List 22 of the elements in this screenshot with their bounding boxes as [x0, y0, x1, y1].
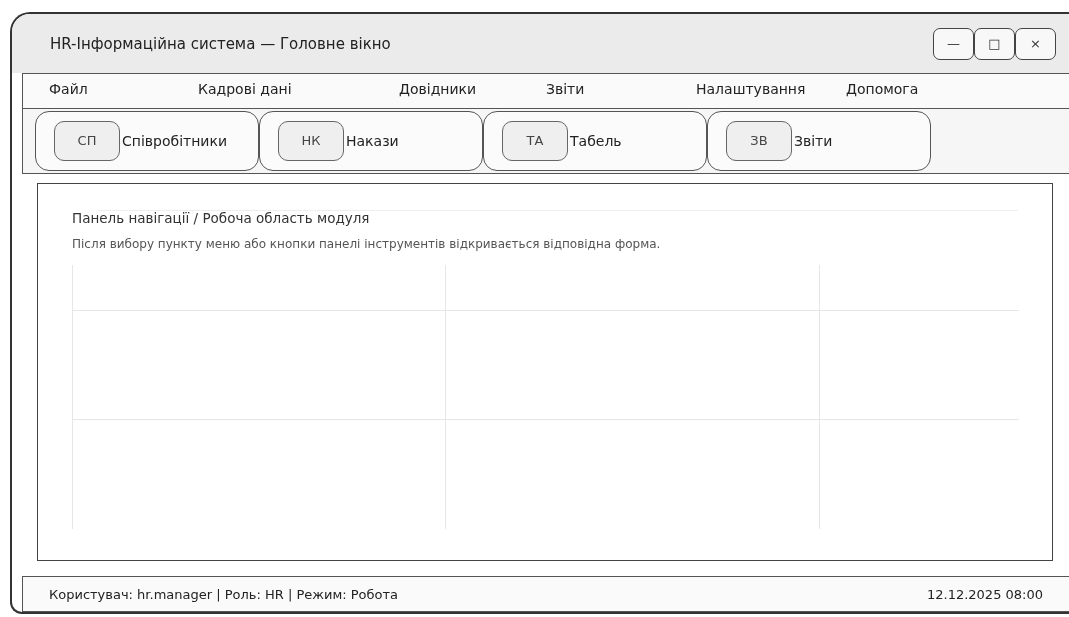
module-badge: ЗВ	[726, 120, 792, 161]
toolbar-button[interactable]: СП Співробітники	[35, 110, 259, 171]
menu-item[interactable]: Допомога	[846, 81, 919, 98]
toolbar-button[interactable]: НК Накази	[259, 110, 483, 171]
status-datetime: 12.12.2025 08:00	[926, 586, 1043, 602]
workspace-description: Після вибору пункту меню або кнопки панелі інструментів відкривається відповідна форма.	[72, 237, 662, 252]
menu-item[interactable]: Налаштування	[696, 81, 806, 98]
menu-item[interactable]: Кадрові дані	[198, 81, 292, 98]
minimize-button[interactable]: —	[933, 27, 974, 60]
module-badge: СП	[54, 120, 120, 161]
workspace-heading: Панель навігації / Робоча область модуля	[72, 210, 371, 227]
close-button[interactable]: ×	[1015, 27, 1056, 60]
module-badge: НК	[278, 120, 344, 161]
status-info: Користувач: hr.manager | Роль: HR | Режим: Робота	[49, 586, 399, 602]
module-badge: ТА	[502, 120, 568, 161]
maximize-button[interactable]: □	[974, 27, 1015, 60]
window-title: HR-Інформаційна система — Головне вікно	[50, 34, 391, 53]
toolbar-button[interactable]: ТА Табель	[483, 110, 707, 171]
menu-item[interactable]: Файл	[49, 81, 88, 98]
menu-item[interactable]: Звіти	[546, 81, 585, 98]
menu-item[interactable]: Довідники	[399, 81, 477, 98]
toolbar-button[interactable]: ЗВ Звіти	[707, 110, 931, 171]
